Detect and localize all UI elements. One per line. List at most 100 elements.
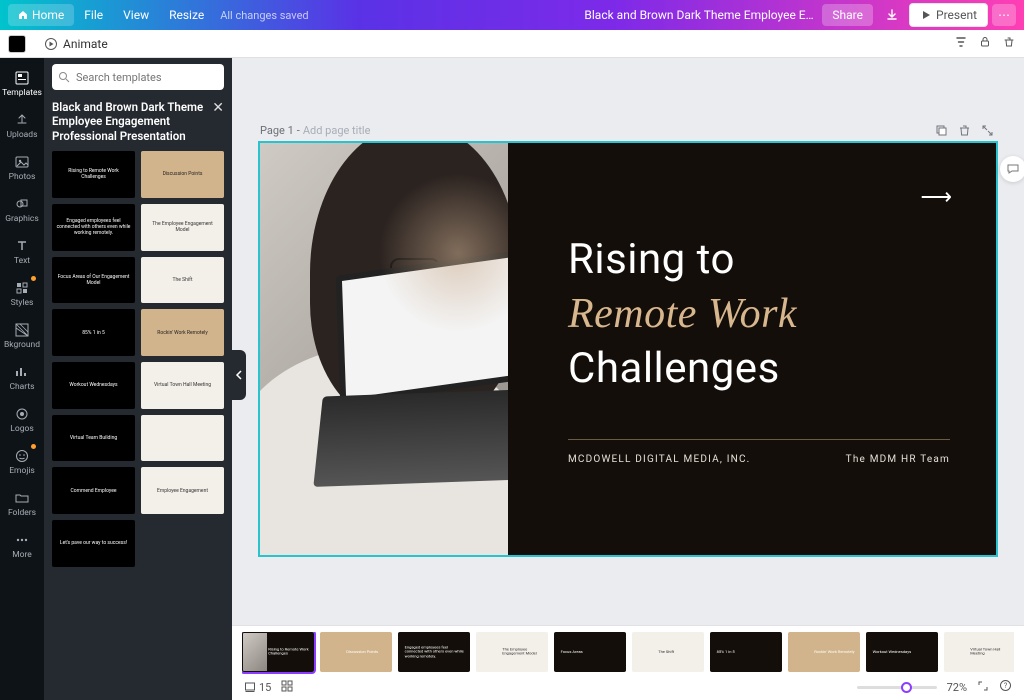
slider-knob[interactable] (901, 682, 912, 693)
template-thumb[interactable]: The Employee Engagement Model (141, 204, 224, 251)
panel-close-button[interactable]: ✕ (212, 100, 224, 116)
template-thumb[interactable]: Discussion Points (141, 151, 224, 198)
rail-charts[interactable]: Charts (0, 358, 44, 400)
rail-label: Templates (0, 88, 44, 98)
uploads-icon (0, 112, 44, 128)
panel-collapse-tab[interactable] (232, 350, 246, 400)
pages-icon (244, 681, 256, 693)
template-thumb[interactable]: 85% 1 in 5 (52, 309, 135, 356)
lock-icon[interactable] (978, 35, 992, 52)
present-button[interactable]: Present (909, 3, 988, 27)
page-thumb[interactable]: Rockin' Work Remotely (788, 632, 860, 672)
trash-icon[interactable] (1002, 35, 1016, 52)
charts-icon (0, 364, 44, 380)
folders-icon (0, 490, 44, 506)
rail-background[interactable]: Bkground (0, 316, 44, 358)
thumb-label: 85% 1 in 5 (56, 330, 131, 336)
page-thumb[interactable]: Focus Areas (554, 632, 626, 672)
help-button[interactable]: ? (999, 679, 1012, 695)
download-button[interactable] (879, 4, 905, 26)
search-icon (58, 71, 70, 83)
file-menu[interactable]: File (74, 4, 113, 26)
rail-more[interactable]: More (0, 526, 44, 568)
search-input-wrap[interactable] (52, 64, 224, 90)
page-label[interactable]: Page 1 - Add page title (260, 124, 1004, 137)
slide-company[interactable]: MCDOWELL DIGITAL MEDIA, INC. (568, 454, 751, 465)
context-right-tools (954, 35, 1016, 52)
template-thumb[interactable]: Rockin' Work Remotely (141, 309, 224, 356)
page-thumb-label: Focus Areas (561, 650, 623, 654)
page-thumb-label: 85% 1 in 5 (717, 650, 779, 654)
slide-image (260, 143, 508, 555)
slide-count[interactable]: 15 (244, 681, 271, 694)
page-thumb-label: Rising to Remote Work Challenges (268, 648, 310, 657)
comments-button[interactable] (1000, 156, 1024, 182)
template-thumb[interactable]: Commend Employee (52, 467, 135, 514)
thumb-label: Virtual Team Building (56, 435, 131, 441)
rail-logos[interactable]: Logos (0, 400, 44, 442)
animate-button[interactable]: Animate (36, 34, 116, 54)
thumb-label: Let's pave our way to success! (56, 540, 131, 546)
duplicate-page-button[interactable] (935, 124, 948, 140)
animate-icon (44, 37, 58, 51)
slide-content: ⟶ Rising to Remote Work Challenges MCDOW… (508, 143, 996, 555)
slide-team[interactable]: The MDM HR Team (846, 454, 950, 465)
page-thumb-label: Workout Wednesdays (873, 650, 935, 654)
page-thumb[interactable]: 85% 1 in 5 (710, 632, 782, 672)
template-thumb[interactable]: Virtual Town Hall Meeting (141, 362, 224, 409)
document-title[interactable]: Black and Brown Dark Theme Employee Enga… (584, 8, 814, 22)
page-thumb[interactable]: Rising to Remote Work Challenges (242, 632, 314, 672)
canvas-area: Page 1 - Add page title (232, 58, 1024, 700)
page-thumb[interactable]: Discussion Points (320, 632, 392, 672)
search-input[interactable] (76, 71, 218, 84)
template-thumb[interactable] (141, 415, 224, 462)
rail-label: Folders (0, 508, 44, 518)
zoom-slider[interactable] (857, 686, 937, 689)
rail-emojis[interactable]: Emojis (0, 442, 44, 484)
home-icon (18, 10, 28, 20)
context-toolbar: Animate (0, 30, 1024, 58)
thumb-label: The Employee Engagement Model (145, 221, 220, 233)
expand-page-button[interactable] (981, 124, 994, 140)
resize-menu[interactable]: Resize (159, 4, 214, 26)
filter-icon[interactable] (954, 35, 968, 52)
rail-uploads[interactable]: Uploads (0, 106, 44, 148)
delete-page-button[interactable] (958, 124, 971, 140)
page-thumb[interactable]: Workout Wednesdays (866, 632, 938, 672)
rail-folders[interactable]: Folders (0, 484, 44, 526)
zoom-value[interactable]: 72% (947, 681, 967, 694)
template-thumb[interactable]: Rising to Remote Work Challenges (52, 151, 135, 198)
share-button[interactable]: Share (822, 4, 873, 26)
fullscreen-button[interactable] (977, 680, 989, 695)
rail-graphics[interactable]: Graphics (0, 190, 44, 232)
template-thumb[interactable]: Let's pave our way to success! (52, 520, 135, 567)
color-picker-button[interactable] (8, 35, 26, 53)
page-thumb[interactable]: The Shift (632, 632, 704, 672)
template-thumb[interactable]: Virtual Team Building (52, 415, 135, 462)
page-thumb[interactable]: The Employee Engagement Model (476, 632, 548, 672)
page-thumb[interactable]: Engaged employees feel connected with ot… (398, 632, 470, 672)
template-thumb[interactable]: Focus Areas of Our Engagement Model (52, 257, 135, 304)
template-thumb[interactable]: Workout Wednesdays (52, 362, 135, 409)
thumb-label: Discussion Points (145, 171, 220, 177)
page-thumb[interactable]: Virtual Town Hall Meeting (944, 632, 1014, 672)
badge-icon (31, 276, 36, 281)
template-thumb[interactable]: The Shift (141, 257, 224, 304)
grid-view-button[interactable] (281, 680, 293, 695)
title-line3: Challenges (568, 344, 780, 393)
view-menu[interactable]: View (113, 4, 159, 26)
template-thumb[interactable]: Engaged employees feel connected with ot… (52, 204, 135, 251)
thumb-label: Rockin' Work Remotely (145, 330, 220, 336)
add-page-title[interactable]: Add page title (303, 124, 371, 137)
comment-icon (1006, 162, 1020, 176)
rail-text[interactable]: Text (0, 232, 44, 274)
more-button[interactable]: ⋯ (992, 4, 1016, 26)
template-thumb[interactable]: Employee Engagement (141, 467, 224, 514)
rail-styles[interactable]: Styles (0, 274, 44, 316)
home-button[interactable]: Home (8, 4, 74, 26)
bottom-strip: Rising to Remote Work Challenges Discussi… (232, 625, 1024, 700)
slide-canvas[interactable]: ⟶ Rising to Remote Work Challenges MCDOW… (258, 141, 998, 557)
rail-photos[interactable]: Photos (0, 148, 44, 190)
slide-title[interactable]: Rising to Remote Work Challenges (568, 233, 950, 395)
rail-templates[interactable]: Templates (0, 64, 44, 106)
